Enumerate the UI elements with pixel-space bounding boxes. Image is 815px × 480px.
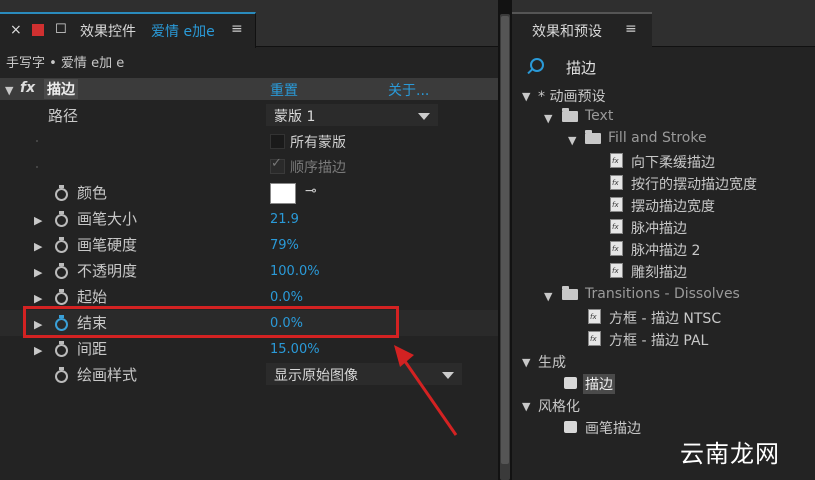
annotation-arrow-icon <box>394 345 458 436</box>
stopwatch-icon[interactable] <box>55 211 68 227</box>
reset-link[interactable]: 重置 <box>270 80 298 100</box>
tab-title[interactable]: 效果控件 <box>80 21 136 41</box>
scrollbar-thumb[interactable] <box>501 16 509 464</box>
prop-color-label: 颜色 <box>77 184 108 202</box>
path-dropdown-value: 蒙版 1 <box>274 109 316 125</box>
tree-item-animation-presets[interactable]: * 动画预设 <box>538 86 605 106</box>
prop-spacing-label: 间距 <box>77 340 108 358</box>
effect-icon <box>564 421 577 433</box>
paint-style-value: 显示原始图像 <box>274 368 358 384</box>
preset-icon <box>610 241 623 256</box>
tree-item-transitions-dissolves[interactable]: Transitions - Dissolves <box>585 286 740 302</box>
brush-size-value[interactable]: 21.9 <box>270 212 299 227</box>
stopwatch-icon[interactable] <box>55 237 68 253</box>
color-swatch[interactable] <box>270 183 296 204</box>
preset-icon <box>588 331 601 346</box>
tree-item-preset[interactable]: 方框 - 描边 PAL <box>609 330 708 350</box>
prop-path-label: 路径 <box>48 107 79 125</box>
effects-presets-panel: 效果和预设 ≡ ▼ * 动画预设 ▼ Text ▼ Fill and Strok… <box>512 0 815 480</box>
preset-icon <box>610 263 623 278</box>
spacing-value[interactable]: 15.00% <box>270 342 320 357</box>
start-value[interactable]: 0.0% <box>270 290 303 305</box>
lock-icon[interactable]: ☐ <box>55 22 67 37</box>
folder-icon <box>562 108 578 122</box>
stopwatch-icon[interactable] <box>55 341 68 357</box>
row-dot <box>36 166 38 168</box>
opacity-value[interactable]: 100.0% <box>270 264 320 279</box>
prop-brush-hardness-label: 画笔硬度 <box>77 236 138 254</box>
path-dropdown[interactable]: 蒙版 1 <box>266 104 438 126</box>
tree-item-preset[interactable]: 按行的摆动描边宽度 <box>631 174 757 194</box>
tree-item-stylize[interactable]: 风格化 <box>538 396 580 416</box>
expand-triangle-icon[interactable]: ▼ <box>544 290 552 303</box>
expand-triangle-icon[interactable]: ▼ <box>568 134 576 147</box>
effect-icon <box>564 377 577 389</box>
check-icon: ✓ <box>271 156 282 171</box>
brush-hardness-value[interactable]: 79% <box>270 238 299 253</box>
stopwatch-icon[interactable] <box>55 289 68 305</box>
prop-paint-style-label: 绘画样式 <box>77 366 138 384</box>
watermark: 云南龙网 <box>680 440 780 468</box>
all-masks-label: 所有蒙版 <box>290 135 346 151</box>
tree-item-fill-and-stroke[interactable]: Fill and Stroke <box>608 130 707 146</box>
tree-item-brush-strokes[interactable]: 画笔描边 <box>585 418 641 438</box>
panel-menu-icon[interactable]: ≡ <box>625 21 637 37</box>
effect-controls-panel: × ☐ 效果控件 爱情 e加e ≡ 手写字 • 爱情 e加 e ▼ fx 描边 … <box>0 0 498 480</box>
prop-brush-size-label: 画笔大小 <box>77 210 138 228</box>
prop-opacity-label: 不透明度 <box>77 262 138 280</box>
row-dot <box>36 140 38 142</box>
expand-triangle-icon[interactable]: ▼ <box>544 112 552 125</box>
eyedropper-icon[interactable]: ⊸ <box>305 183 317 199</box>
panel-menu-icon[interactable]: ≡ <box>231 21 243 37</box>
stopwatch-icon[interactable] <box>55 185 68 201</box>
preset-icon <box>610 197 623 212</box>
preset-icon <box>610 153 623 168</box>
expand-triangle-icon[interactable]: ▼ <box>522 400 530 413</box>
tree-item-stroke-effect[interactable]: 描边 <box>583 374 615 394</box>
tree-item-generate[interactable]: 生成 <box>538 352 566 372</box>
search-input[interactable] <box>564 55 808 79</box>
effect-name[interactable]: 描边 <box>44 79 78 99</box>
close-icon[interactable]: × <box>10 22 22 38</box>
stopwatch-icon[interactable] <box>55 263 68 279</box>
layer-color-icon <box>32 24 44 36</box>
sequential-stroke-label: 顺序描边 <box>290 160 346 176</box>
about-link[interactable]: 关于... <box>388 80 429 100</box>
preset-icon <box>610 219 623 234</box>
tree-item-preset[interactable]: 向下柔缓描边 <box>631 152 715 172</box>
annotation-highlight-box <box>23 306 399 338</box>
expand-triangle-icon[interactable]: ▼ <box>522 90 530 103</box>
tree-item-preset[interactable]: 脉冲描边 <box>631 218 687 238</box>
preset-icon <box>588 309 601 324</box>
expand-triangle-icon[interactable]: ▶ <box>34 292 42 305</box>
prop-start-label: 起始 <box>77 288 108 306</box>
tree-item-preset[interactable]: 摆动描边宽度 <box>631 196 715 216</box>
folder-icon <box>585 130 601 144</box>
chevron-down-icon <box>418 113 430 120</box>
tree-item-text[interactable]: Text <box>585 108 613 124</box>
preset-icon <box>610 175 623 190</box>
expand-triangle-icon[interactable]: ▶ <box>34 344 42 357</box>
fx-icon[interactable]: fx <box>20 80 35 96</box>
stopwatch-icon[interactable] <box>55 367 68 383</box>
tree-item-preset[interactable]: 方框 - 描边 NTSC <box>609 308 721 328</box>
all-masks-checkbox[interactable] <box>270 134 285 149</box>
tab-title[interactable]: 效果和预设 <box>532 21 602 41</box>
expand-triangle-icon[interactable]: ▶ <box>34 214 42 227</box>
expand-triangle-icon[interactable]: ▼ <box>522 356 530 369</box>
folder-icon <box>562 286 578 300</box>
expand-triangle-icon[interactable]: ▶ <box>34 240 42 253</box>
expand-triangle-icon[interactable]: ▶ <box>34 266 42 279</box>
tree-item-preset[interactable]: 脉冲描边 2 <box>631 240 700 260</box>
breadcrumb: 手写字 • 爱情 e加 e <box>6 56 125 71</box>
expand-triangle-icon[interactable]: ▼ <box>5 84 13 97</box>
search-icon <box>530 58 544 72</box>
tab-layer-name[interactable]: 爱情 e加e <box>151 21 215 41</box>
tree-item-preset[interactable]: 雕刻描边 <box>631 262 687 282</box>
